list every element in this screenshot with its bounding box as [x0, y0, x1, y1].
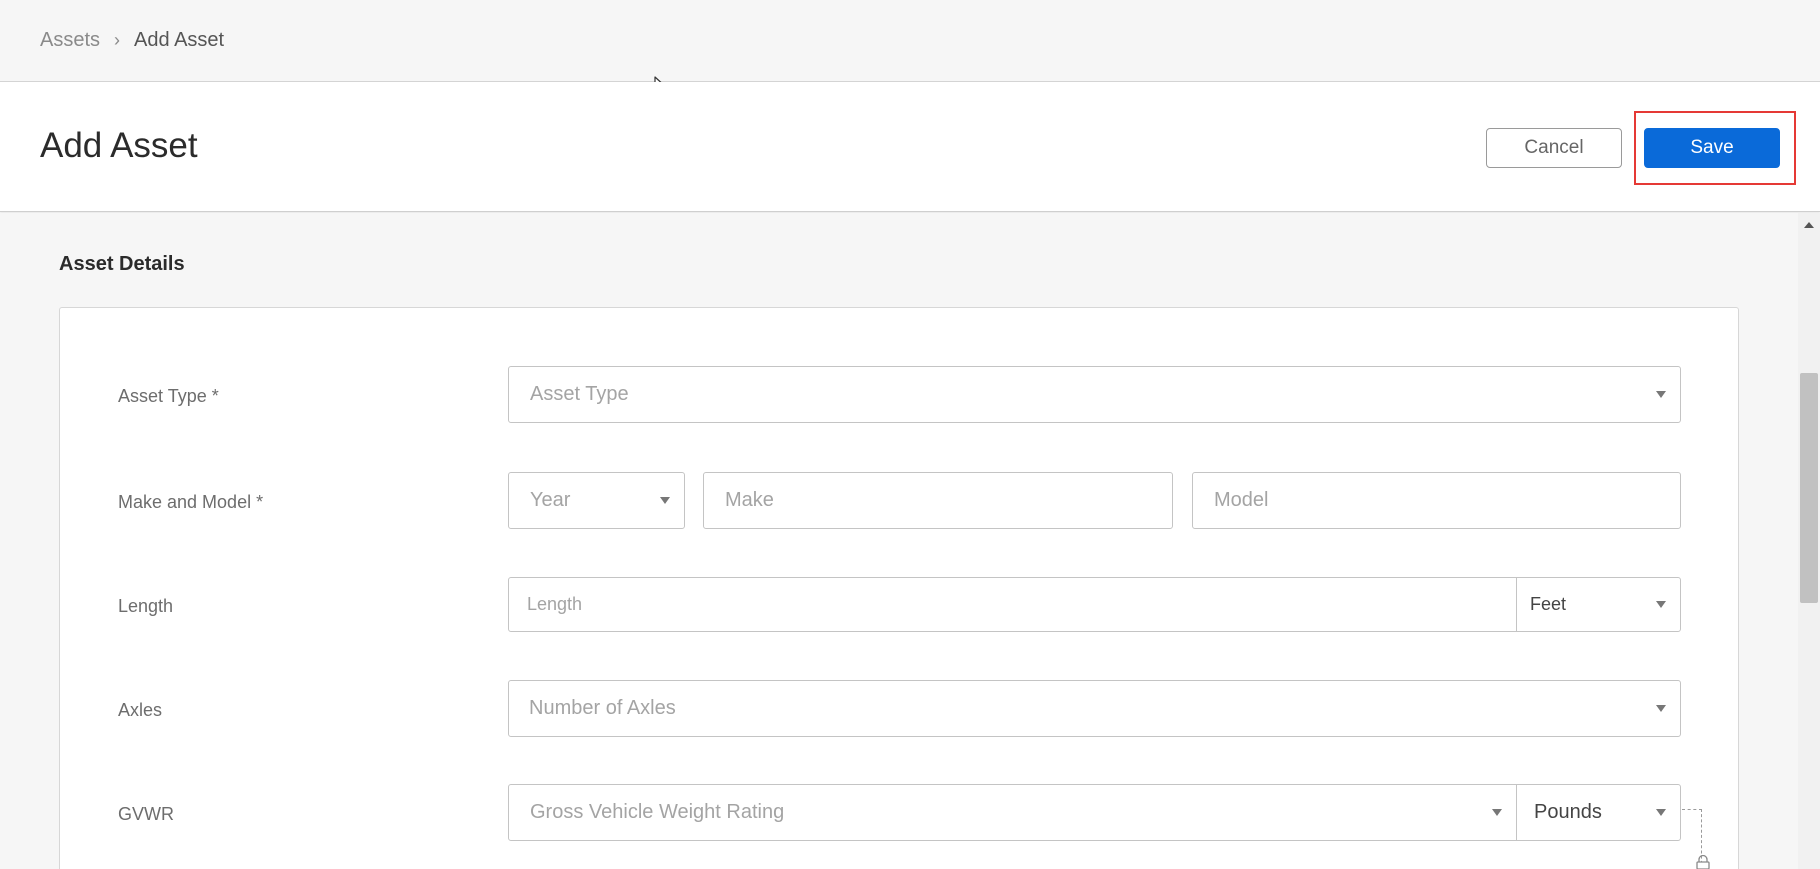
year-select[interactable]: Year	[508, 472, 685, 529]
page-header: Add Asset Cancel Save	[0, 82, 1820, 212]
gvwr-unit-select[interactable]: Pounds	[1516, 785, 1680, 840]
vertical-scrollbar[interactable]	[1798, 213, 1820, 869]
make-placeholder: Make	[725, 489, 774, 511]
chevron-right-icon: ›	[114, 30, 121, 50]
cancel-button[interactable]: Cancel	[1486, 128, 1622, 168]
save-button[interactable]: Save	[1644, 128, 1780, 168]
caret-down-icon	[1656, 601, 1666, 608]
breadcrumb-assets-link[interactable]: Assets	[40, 29, 100, 52]
scrollbar-thumb[interactable]	[1800, 373, 1818, 603]
model-placeholder: Model	[1214, 489, 1269, 511]
asset-type-label: Asset Type *	[118, 386, 219, 406]
caret-down-icon	[1656, 809, 1666, 816]
breadcrumb-current: Add Asset	[134, 29, 225, 51]
gvwr-label: GVWR	[118, 804, 174, 824]
model-input[interactable]: Model	[1192, 472, 1681, 529]
asset-type-placeholder: Asset Type	[530, 383, 629, 405]
breadcrumb: Assets › Add Asset	[0, 0, 1820, 82]
asset-type-select[interactable]: Asset Type	[508, 366, 1681, 423]
length-unit-select[interactable]: Feet	[1516, 578, 1680, 631]
gvwr-group: Gross Vehicle Weight Rating Pounds	[508, 784, 1681, 841]
gvwr-divider	[1516, 785, 1517, 840]
lock-icon[interactable]	[1695, 855, 1711, 869]
gvwr-unit-value: Pounds	[1534, 801, 1602, 823]
make-input[interactable]: Make	[703, 472, 1173, 529]
section-title-asset-details: Asset Details	[59, 253, 185, 275]
main-content: Asset Details Asset Type * Asset Type Ma…	[0, 213, 1798, 869]
length-input[interactable]: Length	[509, 594, 1516, 615]
scroll-up-arrow-icon[interactable]	[1804, 222, 1814, 228]
caret-down-icon	[1656, 705, 1666, 712]
length-divider	[1516, 578, 1517, 631]
gvwr-placeholder: Gross Vehicle Weight Rating	[530, 801, 785, 823]
length-group: Length Feet	[508, 577, 1681, 632]
length-label: Length	[118, 596, 174, 616]
axles-select[interactable]: Number of Axles	[508, 680, 1681, 737]
page-title: Add Asset	[40, 126, 198, 165]
length-unit-value: Feet	[1530, 594, 1567, 614]
caret-down-icon	[1492, 809, 1502, 816]
axles-placeholder: Number of Axles	[529, 697, 676, 719]
make-model-label: Make and Model *	[118, 492, 264, 512]
gvwr-select[interactable]: Gross Vehicle Weight Rating	[509, 785, 1516, 840]
axles-label: Axles	[118, 700, 163, 720]
caret-down-icon	[660, 497, 670, 504]
asset-details-card: Asset Type * Asset Type Make and Model *…	[59, 307, 1739, 869]
year-placeholder: Year	[530, 489, 571, 511]
caret-down-icon	[1656, 391, 1666, 398]
